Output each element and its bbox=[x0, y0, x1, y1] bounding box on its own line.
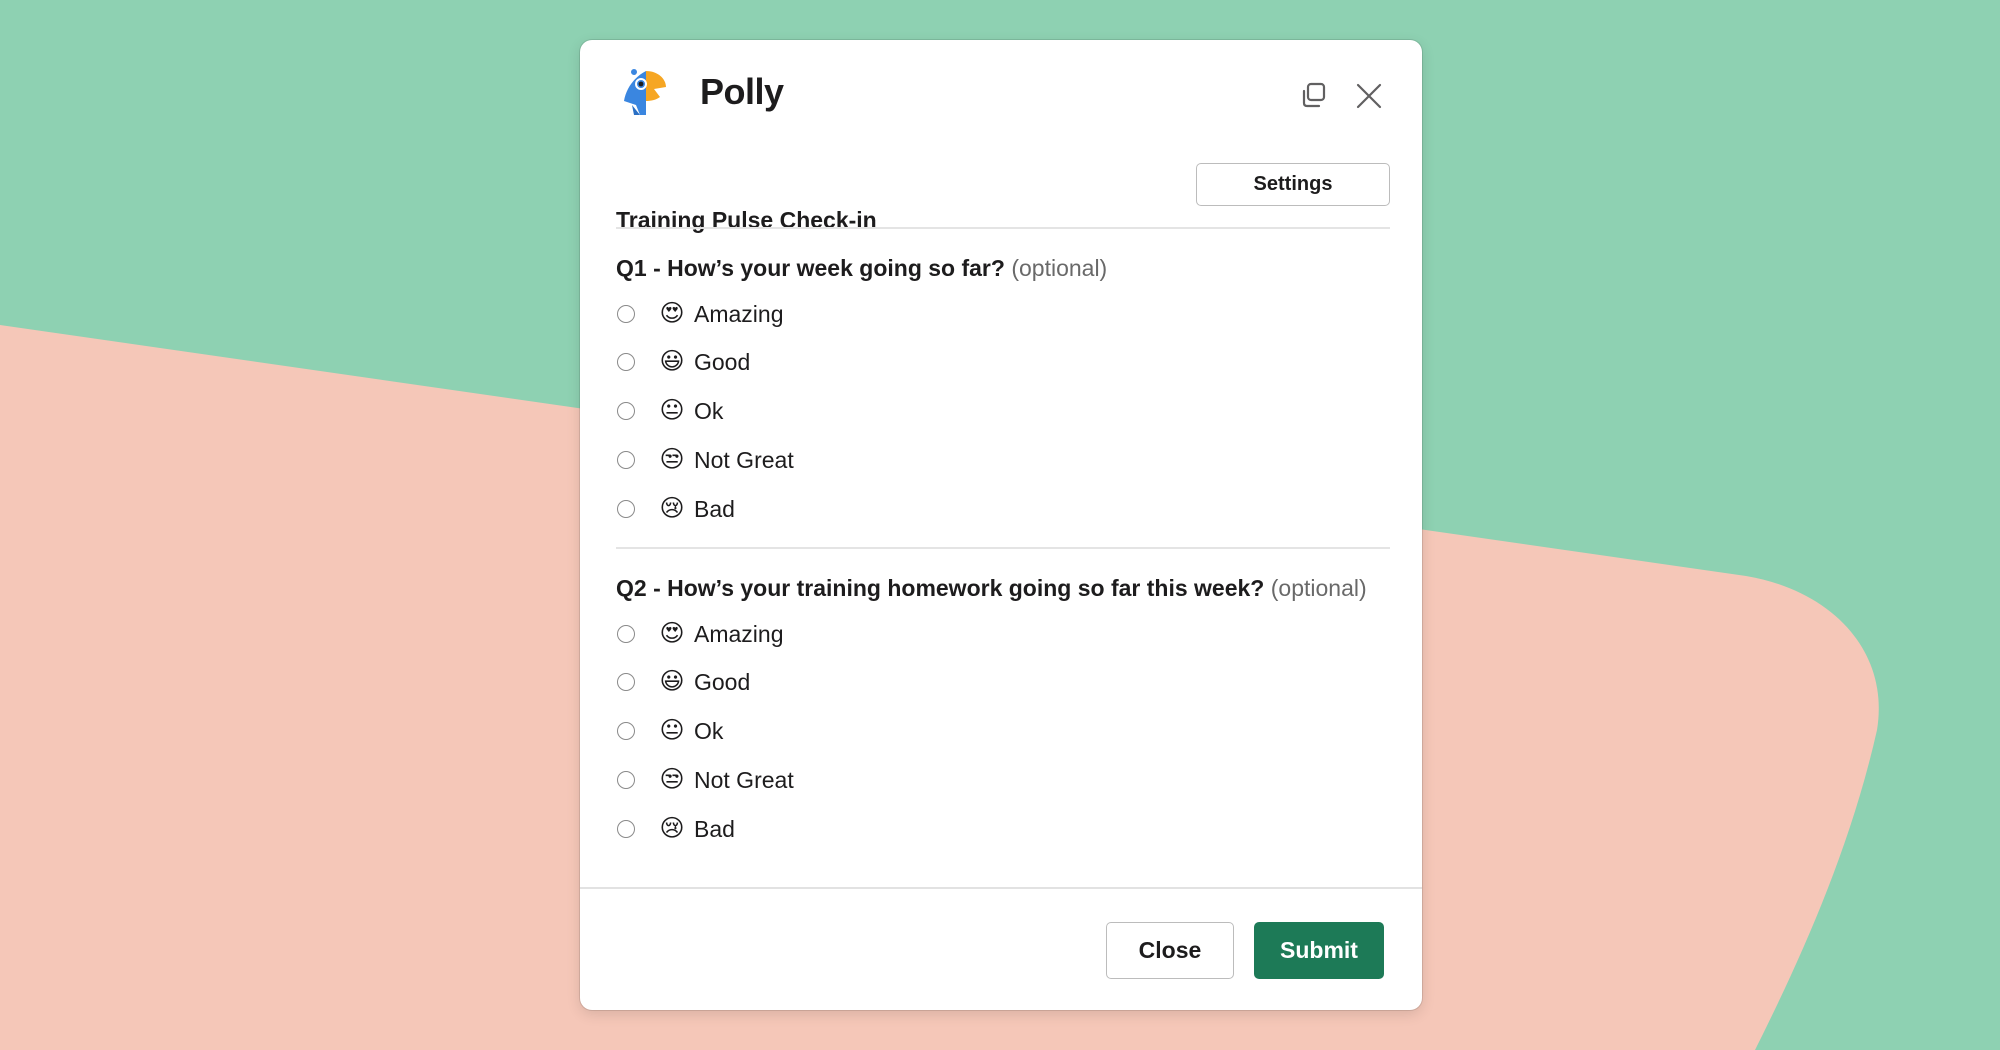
radio-button[interactable] bbox=[617, 305, 635, 323]
survey-title: Training Pulse Check-in bbox=[616, 207, 877, 233]
header-divider bbox=[616, 227, 1390, 229]
question-2-label: Q2 - How’s your training homework going … bbox=[616, 574, 1367, 602]
cry-emoji-icon: 😢 bbox=[659, 815, 685, 842]
q2-option-good[interactable]: 😃 Good bbox=[616, 664, 750, 700]
heart-eyes-emoji-icon: 😍 bbox=[659, 620, 685, 647]
optional-tag: (optional) bbox=[1011, 255, 1108, 281]
neutral-face-emoji-icon: 😐 bbox=[659, 397, 685, 424]
q1-option-ok[interactable]: 😐 Ok bbox=[616, 393, 723, 429]
q2-option-amazing[interactable]: 😍 Amazing bbox=[616, 616, 783, 652]
q1-option-not-great[interactable]: 😒 Not Great bbox=[616, 442, 794, 478]
close-button[interactable]: Close bbox=[1106, 922, 1234, 979]
option-label: Bad bbox=[694, 495, 735, 522]
radio-button[interactable] bbox=[617, 625, 635, 643]
option-label: Amazing bbox=[694, 300, 784, 327]
cry-emoji-icon: 😢 bbox=[659, 495, 685, 522]
option-label: Not Great bbox=[694, 766, 794, 793]
popout-window-icon[interactable] bbox=[1297, 79, 1331, 113]
radio-button[interactable] bbox=[617, 500, 635, 518]
option-label: Good bbox=[694, 668, 751, 695]
footer-divider bbox=[580, 887, 1422, 889]
optional-tag: (optional) bbox=[1270, 575, 1367, 601]
question-divider bbox=[616, 547, 1390, 549]
question-1-label: Q1 - How’s your week going so far? (opti… bbox=[616, 254, 1107, 282]
option-label: Ok bbox=[694, 397, 724, 424]
radio-button[interactable] bbox=[617, 673, 635, 691]
submit-button[interactable]: Submit bbox=[1254, 922, 1384, 979]
q1-option-bad[interactable]: 😢 Bad bbox=[616, 491, 735, 527]
smiley-emoji-icon: 😃 bbox=[659, 348, 685, 375]
settings-button[interactable]: Settings bbox=[1196, 163, 1390, 206]
smiley-emoji-icon: 😃 bbox=[659, 668, 685, 695]
option-label: Ok bbox=[694, 717, 724, 744]
unamused-emoji-icon: 😒 bbox=[659, 446, 685, 473]
unamused-emoji-icon: 😒 bbox=[659, 766, 685, 793]
heart-eyes-emoji-icon: 😍 bbox=[659, 300, 685, 327]
radio-button[interactable] bbox=[617, 820, 635, 838]
app-title: Polly bbox=[700, 71, 784, 112]
q2-option-not-great[interactable]: 😒 Not Great bbox=[616, 762, 794, 798]
option-label: Bad bbox=[694, 815, 735, 842]
polly-modal: Polly Training Pulse Check-in Settings Q… bbox=[580, 40, 1422, 1010]
radio-button[interactable] bbox=[617, 402, 635, 420]
q2-option-ok[interactable]: 😐 Ok bbox=[616, 713, 723, 749]
radio-button[interactable] bbox=[617, 771, 635, 789]
q2-option-bad[interactable]: 😢 Bad bbox=[616, 811, 735, 847]
option-label: Not Great bbox=[694, 446, 794, 473]
close-icon[interactable] bbox=[1352, 79, 1386, 113]
question-text: Q2 - How’s your training homework going … bbox=[616, 575, 1265, 601]
option-label: Amazing bbox=[694, 620, 784, 647]
polly-logo-icon bbox=[624, 69, 666, 115]
modal-header: Polly bbox=[580, 40, 1422, 140]
radio-button[interactable] bbox=[617, 451, 635, 469]
q1-option-amazing[interactable]: 😍 Amazing bbox=[616, 296, 783, 332]
option-label: Good bbox=[694, 348, 751, 375]
neutral-face-emoji-icon: 😐 bbox=[659, 717, 685, 744]
radio-button[interactable] bbox=[617, 353, 635, 371]
radio-button[interactable] bbox=[617, 722, 635, 740]
q1-option-good[interactable]: 😃 Good bbox=[616, 344, 750, 380]
question-text: Q1 - How’s your week going so far? bbox=[616, 255, 1005, 281]
